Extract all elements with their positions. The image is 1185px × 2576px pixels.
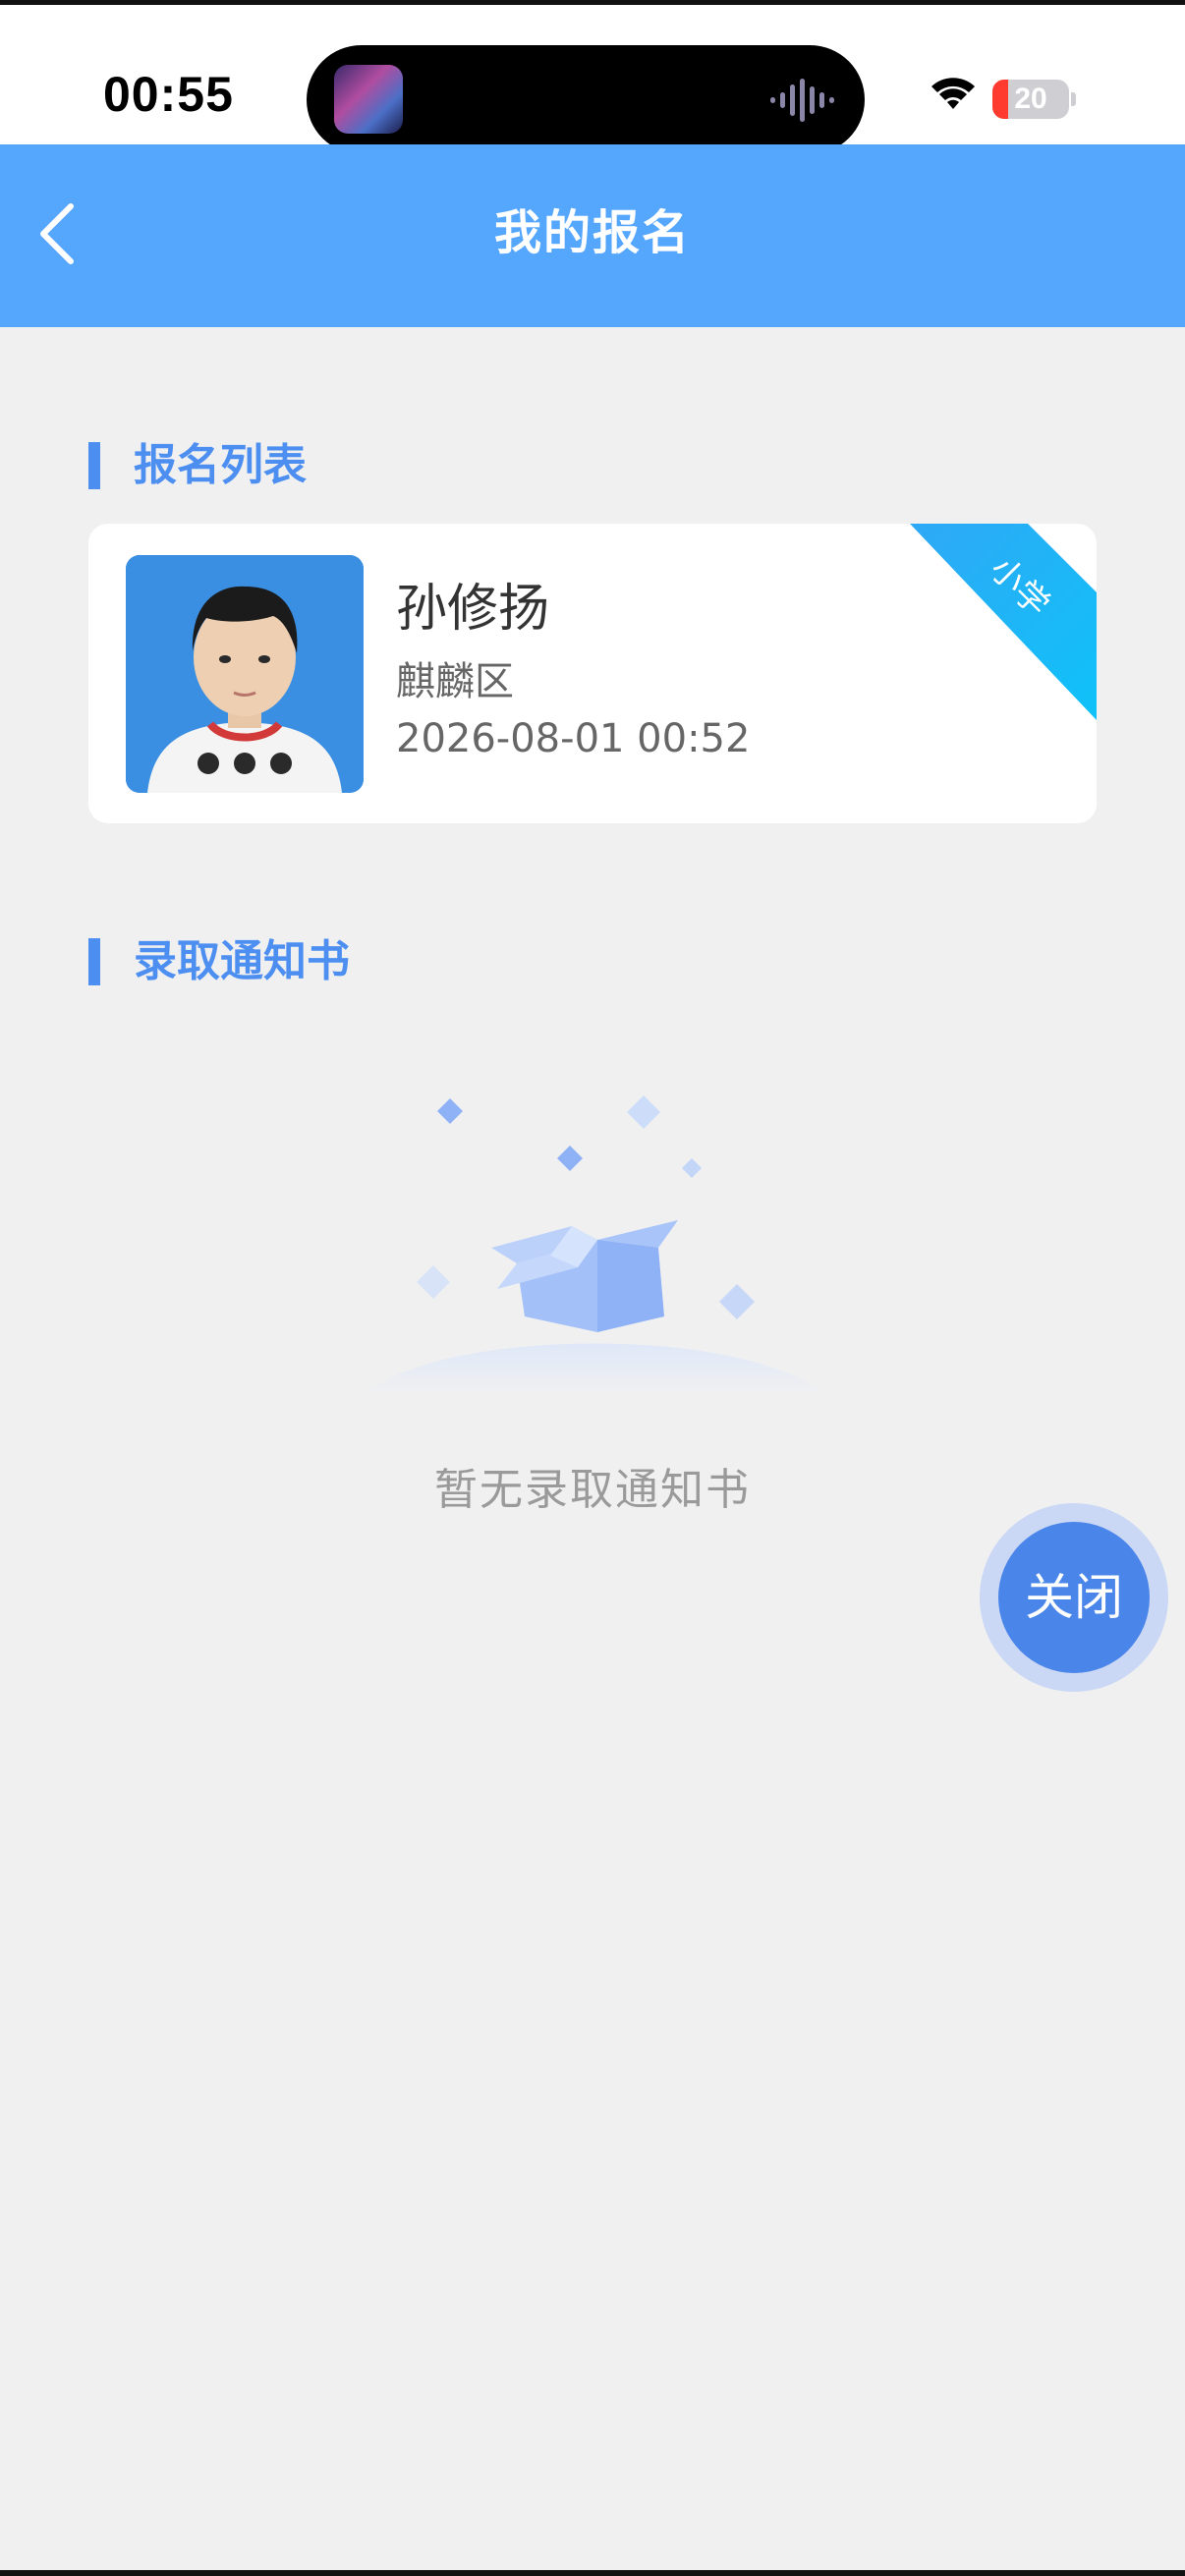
status-bar: 00:55 20	[0, 5, 1185, 154]
bottom-edge	[0, 2570, 1185, 2576]
student-name: 孙修扬	[396, 580, 550, 639]
student-photo	[126, 555, 364, 793]
battery-level-text: 20	[1014, 83, 1047, 115]
wifi-icon	[931, 78, 975, 109]
registration-card[interactable]: 孙修扬 麒麟区 2026-08-01 00:52 小学	[88, 524, 1097, 823]
student-district: 麒麟区	[396, 659, 514, 704]
registration-datetime: 2026-08-01 00:52	[396, 716, 751, 761]
battery-icon: 20	[992, 80, 1069, 119]
battery-tip	[1071, 92, 1076, 106]
nav-bar: 我的报名	[0, 144, 1185, 327]
empty-box-icon	[364, 1095, 825, 1395]
album-art-icon	[334, 65, 403, 134]
empty-admission-text: 暂无录取通知书	[434, 1465, 751, 1515]
status-time: 00:55	[103, 67, 234, 122]
registration-section-title: 报名列表	[134, 440, 307, 490]
section-accent-bar	[88, 442, 100, 489]
close-button[interactable]: 关闭	[998, 1522, 1150, 1673]
section-accent-bar	[88, 938, 100, 985]
dynamic-island[interactable]	[307, 45, 865, 154]
page-title: 我的报名	[493, 205, 691, 260]
audio-wave-icon	[770, 79, 834, 122]
school-level-ribbon	[910, 524, 1097, 720]
admission-section-title: 录取通知书	[134, 936, 350, 986]
